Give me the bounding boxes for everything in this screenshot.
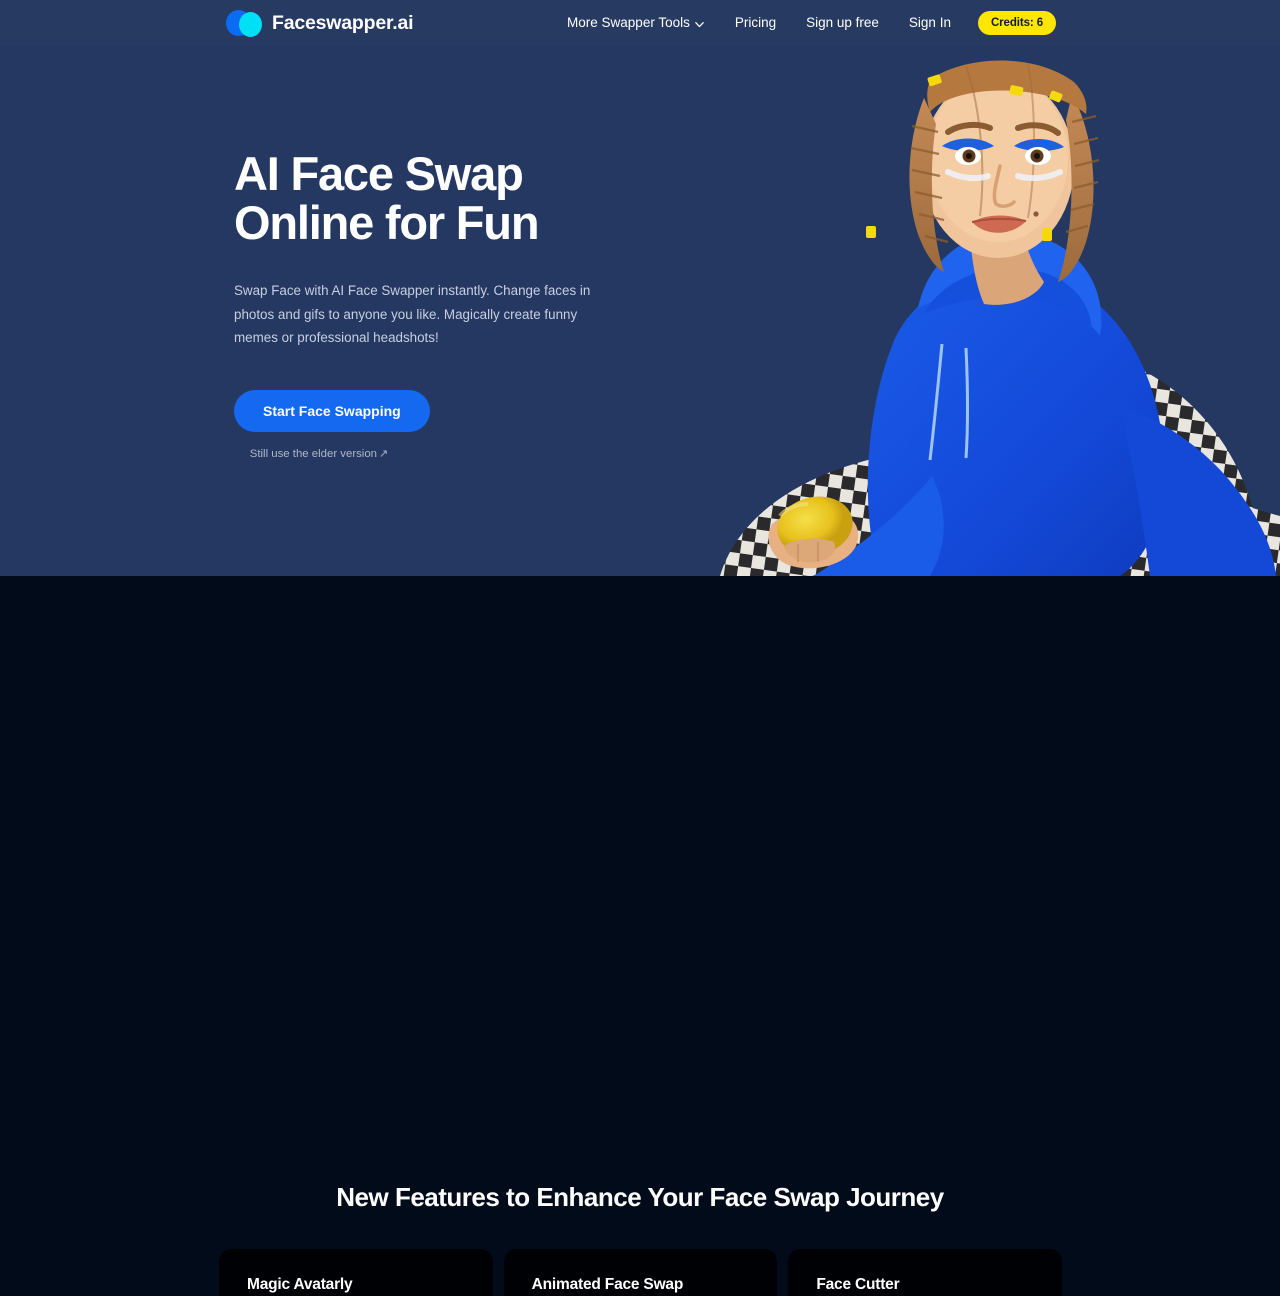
features-section: New Features to Enhance Your Face Swap J…	[0, 576, 1280, 1296]
feature-card-animated-face-swap[interactable]: Animated Face Swap	[503, 1249, 778, 1296]
credits-badge[interactable]: Credits: 6	[977, 11, 1056, 35]
elder-version-link-label: Still use the elder version	[249, 448, 378, 461]
start-face-swapping-button[interactable]: Start Face Swapping	[234, 390, 430, 433]
hero-photo-illustration	[680, 46, 1280, 576]
elder-version-link[interactable]: Still use the elder version ↗	[234, 447, 404, 460]
nav-item-sign-in[interactable]: Sign In	[894, 0, 966, 46]
feature-card-magic-avatarly[interactable]: Magic Avatarly	[219, 1249, 493, 1296]
chevron-down-icon	[694, 19, 705, 30]
features-heading: New Features to Enhance Your Face Swap J…	[336, 1182, 944, 1212]
hero-copy: AI Face Swap Online for Fun Swap Face wi…	[234, 147, 654, 460]
feature-card-title: Animated Face Swap	[531, 1276, 684, 1293]
nav-item-more-swapper-tools[interactable]: More Swapper Tools	[552, 0, 720, 46]
brand-logo-link[interactable]: Faceswapper.ai	[226, 0, 414, 46]
nav-item-sign-up-free[interactable]: Sign up free	[791, 0, 894, 46]
feature-card-face-cutter[interactable]: Face Cutter	[788, 1249, 1063, 1296]
hero-photo	[680, 46, 1280, 576]
two-overlapping-circles-icon	[226, 9, 262, 37]
feature-card-title: Face Cutter	[816, 1276, 900, 1293]
site-header: Faceswapper.ai More Swapper Tools Pricin…	[0, 0, 1280, 46]
hero-subtitle: Swap Face with AI Face Swapper instantly…	[234, 282, 591, 346]
feature-card-title: Magic Avatarly	[247, 1276, 353, 1293]
external-link-arrow-icon: ↗	[379, 448, 389, 461]
brand-name: Faceswapper.ai	[272, 11, 414, 34]
page-title: AI Face Swap Online for Fun	[234, 147, 540, 249]
main-nav: More Swapper Tools Pricing Sign up free …	[552, 0, 1056, 46]
feature-cards: Magic Avatarly Animated Face Swap Face C…	[219, 1249, 1063, 1296]
nav-item-more-swapper-tools-label: More Swapper Tools	[567, 15, 690, 30]
hero-section: AI Face Swap Online for Fun Swap Face wi…	[0, 0, 1280, 576]
nav-item-pricing[interactable]: Pricing	[720, 0, 791, 46]
